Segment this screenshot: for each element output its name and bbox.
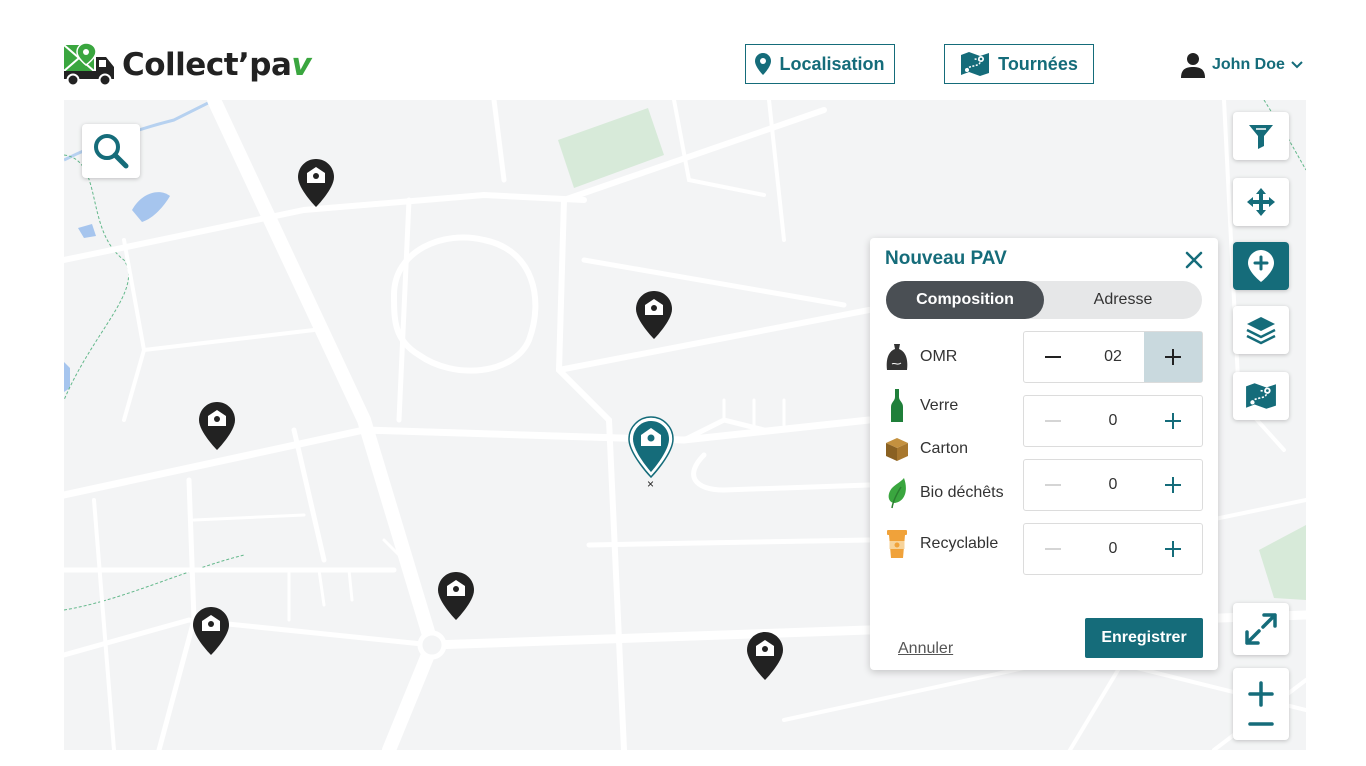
route-map-icon [961, 52, 990, 76]
layers-icon [1246, 317, 1276, 345]
close-icon [1185, 251, 1203, 269]
map-pin-icon [199, 402, 235, 450]
waste-row-omr: OMR [884, 340, 957, 374]
zoom-in-icon[interactable] [1248, 681, 1274, 707]
waste-row-bio: Bio déchêts [884, 476, 1004, 510]
omr-stepper: 02 [1023, 331, 1203, 383]
map-pin-icon [636, 291, 672, 339]
plus-icon [1165, 541, 1181, 557]
filter-button[interactable] [1233, 112, 1289, 160]
filter-icon [1249, 125, 1273, 149]
waste-row-verre: Verre [884, 389, 958, 423]
minus-icon [1045, 548, 1061, 550]
decrement-button[interactable] [1024, 524, 1082, 574]
decrement-button[interactable] [1024, 460, 1082, 510]
minus-icon [1045, 484, 1061, 486]
pav-marker[interactable] [197, 400, 237, 452]
panel-title: Nouveau PAV [885, 248, 1007, 269]
waste-label: OMR [920, 348, 958, 365]
zoom-out-icon[interactable] [1248, 721, 1274, 727]
minus-icon [1045, 356, 1061, 358]
layers-button[interactable] [1233, 306, 1289, 354]
search-icon [94, 134, 129, 169]
location-pin-icon [755, 53, 772, 75]
recyclable-stepper: 0 [1023, 523, 1203, 575]
tournees-button[interactable]: Tournées [944, 44, 1094, 84]
panel-tabs: Composition Adresse [886, 281, 1202, 319]
waste-row-recyclable: Recyclable [884, 527, 998, 561]
increment-button[interactable] [1144, 396, 1202, 446]
tournees-label: Tournées [998, 53, 1078, 74]
search-button[interactable] [82, 124, 140, 178]
pav-marker[interactable] [191, 605, 231, 657]
waste-label: Carton [920, 440, 969, 457]
carton-stepper: 0 [1023, 459, 1203, 511]
trash-bag-icon [886, 344, 908, 370]
waste-label: Recyclable [920, 535, 999, 552]
tab-adresse[interactable]: Adresse [1044, 281, 1202, 319]
route-map-icon [1246, 383, 1276, 409]
close-button[interactable] [1184, 250, 1204, 270]
truck-logo-icon [64, 43, 114, 87]
pav-marker[interactable] [745, 630, 785, 682]
quantity-value[interactable]: 02 [1082, 348, 1144, 366]
decrement-button[interactable] [1024, 332, 1082, 382]
map-pin-icon [298, 159, 334, 207]
app-name: Collect’pav [122, 47, 312, 83]
add-location-icon [1248, 250, 1274, 282]
user-name: John Doe [1212, 56, 1285, 73]
move-button[interactable] [1233, 178, 1289, 226]
leaf-icon [888, 478, 906, 509]
pav-marker[interactable] [436, 570, 476, 622]
increment-button[interactable] [1144, 332, 1202, 382]
tab-composition[interactable]: Composition [886, 281, 1044, 319]
decrement-button[interactable] [1024, 396, 1082, 446]
quantity-value[interactable]: 0 [1082, 476, 1144, 494]
expand-icon [1245, 613, 1277, 645]
zoom-control [1233, 668, 1289, 740]
new-pav-marker[interactable] [627, 416, 675, 479]
minus-icon [1045, 420, 1061, 422]
map-pin-icon [628, 416, 674, 479]
app-logo[interactable]: Collect’pav [64, 42, 312, 88]
pav-marker[interactable] [634, 289, 674, 341]
routes-button[interactable] [1233, 372, 1289, 420]
chevron-down-icon [1291, 61, 1303, 69]
map-pin-icon [438, 572, 474, 620]
quantity-value[interactable]: 0 [1082, 540, 1144, 558]
fullscreen-button[interactable] [1233, 603, 1289, 655]
plus-icon [1165, 477, 1181, 493]
add-pav-button[interactable] [1233, 242, 1289, 290]
map-pin-icon [193, 607, 229, 655]
paper-cup-icon [887, 530, 907, 558]
localisation-label: Localisation [779, 53, 885, 74]
pav-marker[interactable] [296, 157, 336, 209]
new-marker-anchor: × [647, 477, 655, 491]
save-button[interactable]: Enregistrer [1085, 618, 1203, 658]
cancel-button[interactable]: Annuler [898, 640, 953, 658]
cardboard-box-icon [886, 438, 908, 461]
header: Collect’pav Localisation Tournées John D… [0, 0, 1366, 100]
waste-label: Verre [920, 397, 959, 414]
user-icon [1181, 53, 1205, 78]
waste-label: Bio déchêts [920, 484, 1004, 501]
new-pav-panel: Nouveau PAV Composition Adresse OMR Verr… [870, 238, 1218, 670]
localisation-button[interactable]: Localisation [745, 44, 895, 84]
plus-icon [1165, 349, 1181, 365]
waste-row-carton: Carton [884, 432, 968, 466]
map-pin-icon [747, 632, 783, 680]
quantity-value[interactable]: 0 [1082, 412, 1144, 430]
increment-button[interactable] [1144, 460, 1202, 510]
user-menu[interactable]: John Doe [1180, 50, 1303, 80]
glass-bottle-icon [891, 389, 903, 422]
verre-stepper: 0 [1023, 395, 1203, 447]
plus-icon [1165, 413, 1181, 429]
move-arrows-icon [1247, 188, 1275, 216]
increment-button[interactable] [1144, 524, 1202, 574]
